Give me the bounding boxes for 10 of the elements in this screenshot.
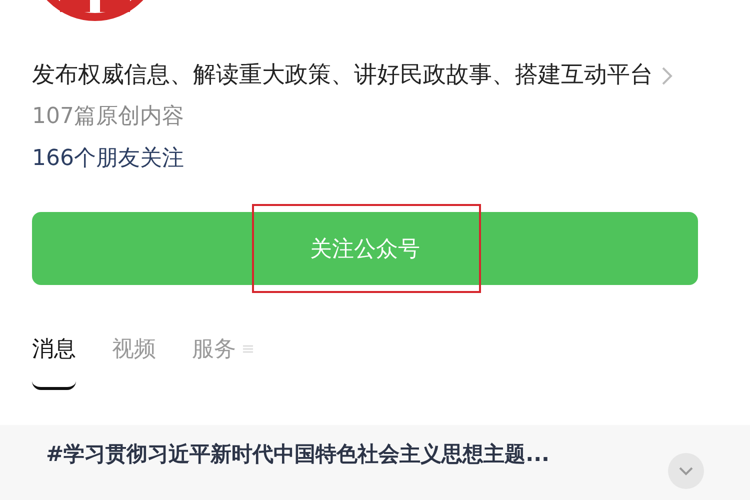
menu-icon — [242, 342, 254, 354]
tab[interactable]: 消息 — [32, 317, 76, 390]
chevron-right-icon[interactable] — [661, 66, 673, 86]
original-count: 107篇原创内容 — [32, 104, 184, 129]
chevron-down-icon — [678, 466, 694, 476]
expand-button[interactable] — [668, 453, 704, 489]
article-card[interactable]: #学习贯彻习近平新时代中国特色社会主义思想主题... — [0, 425, 750, 500]
friends-following[interactable]: 166个朋友关注 — [32, 146, 184, 171]
account-description: 发布权威信息、解读重大政策、讲好民政故事、搭建互动平台 — [32, 62, 653, 88]
article-title[interactable]: #学习贯彻习近平新时代中国特色社会主义思想主题... — [46, 440, 550, 468]
